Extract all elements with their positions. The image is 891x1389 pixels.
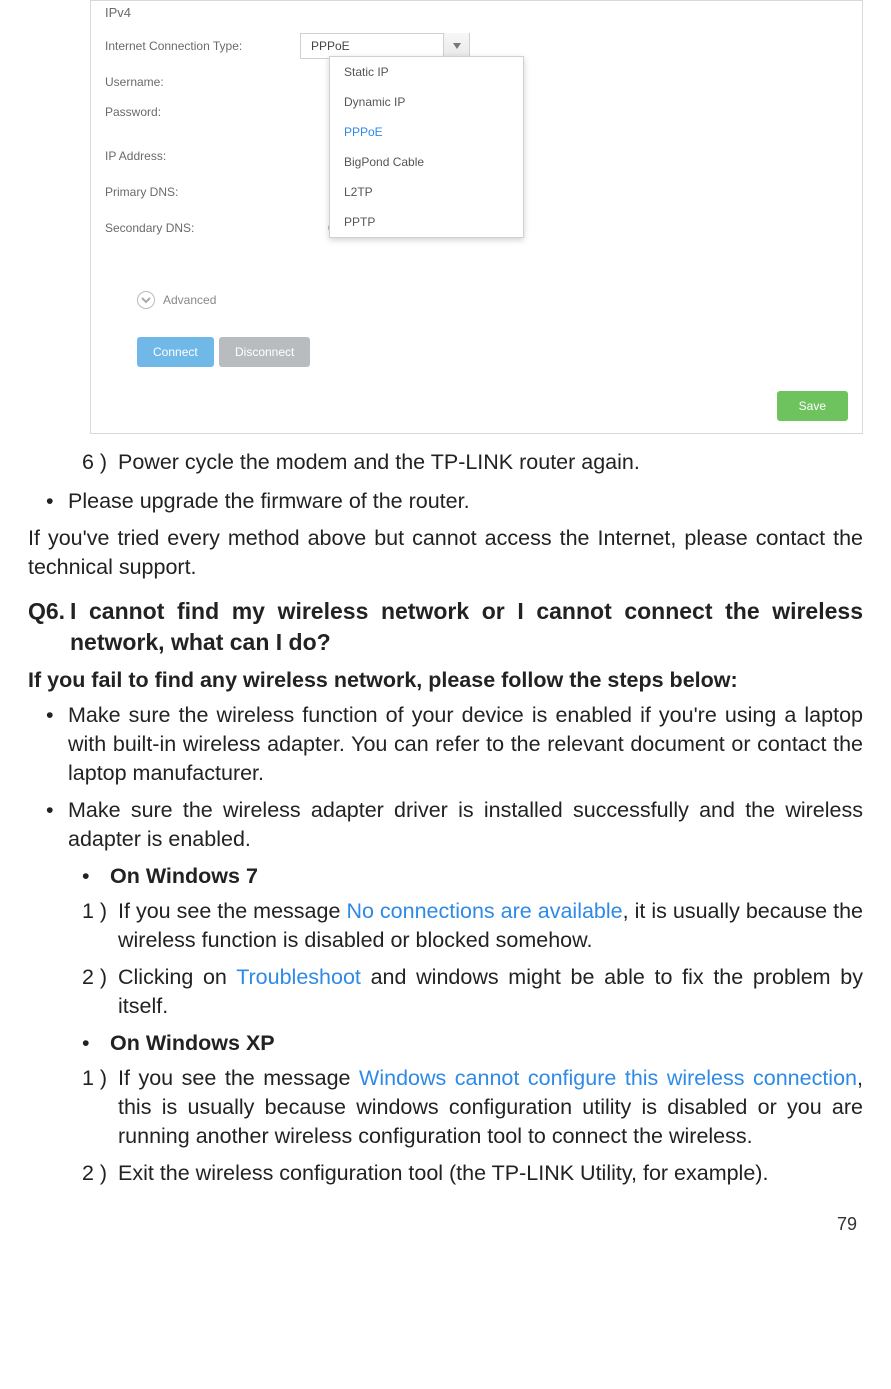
- connect-button[interactable]: Connect: [137, 337, 214, 367]
- dropdown-option[interactable]: Static IP: [330, 57, 523, 87]
- step-text: If you see the message No connections ar…: [118, 897, 863, 955]
- bullet-dot: •: [82, 1029, 110, 1058]
- win7-label: On Windows 7: [110, 862, 863, 891]
- dropdown-option[interactable]: PPPoE: [330, 117, 523, 147]
- step-number: 1 ): [82, 1064, 118, 1151]
- step-number: 2 ): [82, 963, 118, 1021]
- winxp-step1: 1 ) If you see the message Windows canno…: [82, 1064, 863, 1151]
- bullet-text: Make sure the wireless function of your …: [68, 701, 863, 788]
- step-text: Exit the wireless configuration tool (th…: [118, 1159, 863, 1188]
- q6-label: Q6.: [28, 596, 70, 658]
- win7-step2: 2 ) Clicking on Troubleshoot and windows…: [82, 963, 863, 1021]
- win7-step1: 1 ) If you see the message No connection…: [82, 897, 863, 955]
- dropdown-option[interactable]: PPTP: [330, 207, 523, 237]
- dropdown-option[interactable]: L2TP: [330, 177, 523, 207]
- step-text: Clicking on Troubleshoot and windows mig…: [118, 963, 863, 1021]
- winxp-step2: 2 ) Exit the wireless configuration tool…: [82, 1159, 863, 1188]
- bullet-text: Please upgrade the firmware of the route…: [68, 487, 863, 516]
- bullet-text: Make sure the wireless adapter driver is…: [68, 796, 863, 854]
- para-support: If you've tried every method above but c…: [28, 524, 863, 582]
- secondary-dns-label: Secondary DNS:: [105, 221, 300, 235]
- step-number: 1 ): [82, 897, 118, 955]
- advanced-label: Advanced: [163, 293, 216, 307]
- subheading-fail: If you fail to find any wireless network…: [28, 668, 863, 693]
- bullet-dot: •: [46, 487, 68, 516]
- q6-heading: Q6. I cannot find my wireless network or…: [28, 596, 863, 658]
- step-6: 6 ) Power cycle the modem and the TP-LIN…: [82, 448, 863, 477]
- username-label: Username:: [105, 75, 300, 89]
- highlight-text: No connections are available: [346, 899, 622, 923]
- conn-type-value: PPPoE: [301, 39, 443, 53]
- step-text: If you see the message Windows cannot co…: [118, 1064, 863, 1151]
- winxp-label: On Windows XP: [110, 1029, 863, 1058]
- bullet-upgrade: • Please upgrade the firmware of the rou…: [46, 487, 863, 516]
- dropdown-option[interactable]: BigPond Cable: [330, 147, 523, 177]
- sub-win7: • On Windows 7: [82, 862, 863, 891]
- page-number: 79: [28, 1196, 863, 1235]
- advanced-toggle[interactable]: Advanced: [137, 291, 216, 309]
- router-settings-panel: IPv4 Internet Connection Type: PPPoE Use…: [90, 0, 863, 434]
- ip-label: IP Address:: [105, 149, 300, 163]
- bullet-dot: •: [46, 796, 68, 854]
- highlight-text: Troubleshoot: [236, 965, 361, 989]
- bullet-driver: • Make sure the wireless adapter driver …: [46, 796, 863, 854]
- panel-title: IPv4: [105, 5, 131, 20]
- conn-type-dropdown: Static IP Dynamic IP PPPoE BigPond Cable…: [329, 56, 524, 238]
- chevron-down-circle-icon: [137, 291, 155, 309]
- step-text: Power cycle the modem and the TP-LINK ro…: [118, 448, 863, 477]
- conn-type-label: Internet Connection Type:: [105, 39, 300, 53]
- highlight-text: Windows cannot configure this wireless c…: [359, 1066, 857, 1090]
- q6-text: I cannot find my wireless network or I c…: [70, 596, 863, 658]
- step-number: 6 ): [82, 448, 118, 477]
- bullet-dot: •: [46, 701, 68, 788]
- step-number: 2 ): [82, 1159, 118, 1188]
- bullet-enable: • Make sure the wireless function of you…: [46, 701, 863, 788]
- bullet-dot: •: [82, 862, 110, 891]
- password-label: Password:: [105, 105, 300, 119]
- dropdown-option[interactable]: Dynamic IP: [330, 87, 523, 117]
- sub-winxp: • On Windows XP: [82, 1029, 863, 1058]
- save-button[interactable]: Save: [777, 391, 848, 421]
- primary-dns-label: Primary DNS:: [105, 185, 300, 199]
- disconnect-button[interactable]: Disconnect: [219, 337, 310, 367]
